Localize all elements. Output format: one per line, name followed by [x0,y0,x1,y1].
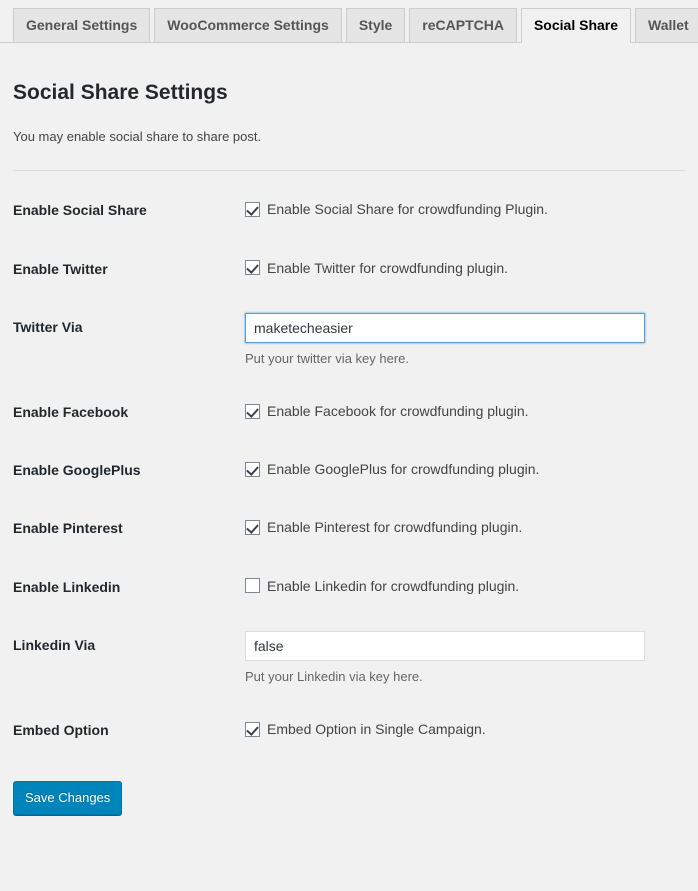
checkbox-checked-icon[interactable] [245,260,260,275]
checkbox-label-enable-googleplus[interactable]: Enable GooglePlus for crowdfunding plugi… [267,460,539,478]
checkbox-unchecked-icon[interactable] [245,578,260,593]
row-field-enable-linkedin: Enable Linkedin for crowdfunding plugin. [245,558,685,616]
row-field-embed-option: Embed Option in Single Campaign. [245,701,685,759]
tab-wallet[interactable]: Wallet [635,8,698,43]
submit-area: Save Changes [13,759,685,815]
checkbox-row-enable-pinterest[interactable]: Enable Pinterest for crowdfunding plugin… [245,514,675,536]
row-label-enable-linkedin: Enable Linkedin [13,558,245,616]
row-label-twitter-via: Twitter Via [13,298,245,383]
row-field-twitter-via: Put your twitter via key here. [245,298,685,383]
checkbox-label-embed-option[interactable]: Embed Option in Single Campaign. [267,720,486,738]
settings-page: Social Share Settings You may enable soc… [0,79,698,815]
row-label-enable-googleplus: Enable GooglePlus [13,441,245,499]
checkbox-label-enable-pinterest[interactable]: Enable Pinterest for crowdfunding plugin… [267,518,522,536]
row-field-enable-googleplus: Enable GooglePlus for crowdfunding plugi… [245,441,685,499]
page-description: You may enable social share to share pos… [13,128,685,146]
row-field-enable-social-share: Enable Social Share for crowdfunding Plu… [245,181,685,239]
row-field-enable-facebook: Enable Facebook for crowdfunding plugin. [245,383,685,441]
settings-row-enable-social-share: Enable Social Share Enable Social Share f… [13,181,685,239]
row-label-enable-social-share: Enable Social Share [13,181,245,239]
row-label-embed-option: Embed Option [13,701,245,759]
settings-row-embed-option: Embed Option Embed Option in Single Campa… [13,701,685,759]
section-divider [13,170,685,171]
tab-woocommerce-settings[interactable]: WooCommerce Settings [154,8,342,43]
checkbox-label-enable-facebook[interactable]: Enable Facebook for crowdfunding plugin. [267,402,529,420]
checkbox-checked-icon[interactable] [245,462,260,477]
checkbox-row-enable-social-share[interactable]: Enable Social Share for crowdfunding Plu… [245,196,675,218]
page-title: Social Share Settings [13,79,685,106]
settings-row-enable-pinterest: Enable Pinterest Enable Pinterest for cro… [13,499,685,557]
row-field-enable-twitter: Enable Twitter for crowdfunding plugin. [245,240,685,298]
checkbox-row-enable-googleplus[interactable]: Enable GooglePlus for crowdfunding plugi… [245,456,675,478]
checkbox-row-embed-option[interactable]: Embed Option in Single Campaign. [245,716,675,738]
tab-style[interactable]: Style [346,8,405,43]
row-label-enable-facebook: Enable Facebook [13,383,245,441]
checkbox-label-enable-linkedin[interactable]: Enable Linkedin for crowdfunding plugin. [267,577,519,595]
row-label-enable-twitter: Enable Twitter [13,240,245,298]
settings-row-twitter-via: Twitter ViaPut your twitter via key here… [13,298,685,383]
checkbox-row-enable-twitter[interactable]: Enable Twitter for crowdfunding plugin. [245,255,675,277]
row-field-enable-pinterest: Enable Pinterest for crowdfunding plugin… [245,499,685,557]
save-changes-button[interactable]: Save Changes [13,781,122,815]
tab-general-settings[interactable]: General Settings [13,8,150,43]
settings-form-table: Enable Social Share Enable Social Share f… [13,181,685,759]
row-label-enable-pinterest: Enable Pinterest [13,499,245,557]
settings-row-enable-twitter: Enable Twitter Enable Twitter for crowdfu… [13,240,685,298]
settings-row-enable-facebook: Enable Facebook Enable Facebook for crowd… [13,383,685,441]
field-description-twitter-via: Put your twitter via key here. [245,350,675,368]
row-field-linkedin-via: Put your Linkedin via key here. [245,616,685,701]
checkbox-checked-icon[interactable] [245,404,260,419]
checkbox-checked-icon[interactable] [245,202,260,217]
text-input-linkedin-via[interactable] [245,631,645,661]
tab-social-share[interactable]: Social Share [521,8,631,43]
settings-row-enable-googleplus: Enable GooglePlus Enable GooglePlus for c… [13,441,685,499]
row-label-linkedin-via: Linkedin Via [13,616,245,701]
checkbox-row-enable-linkedin[interactable]: Enable Linkedin for crowdfunding plugin. [245,573,675,595]
text-input-twitter-via[interactable] [245,313,645,343]
checkbox-row-enable-facebook[interactable]: Enable Facebook for crowdfunding plugin. [245,398,675,420]
settings-row-linkedin-via: Linkedin ViaPut your Linkedin via key he… [13,616,685,701]
tab-recaptcha[interactable]: reCAPTCHA [409,8,517,43]
field-description-linkedin-via: Put your Linkedin via key here. [245,668,675,686]
checkbox-label-enable-social-share[interactable]: Enable Social Share for crowdfunding Plu… [267,200,548,218]
settings-row-enable-linkedin: Enable Linkedin Enable Linkedin for crowd… [13,558,685,616]
checkbox-label-enable-twitter[interactable]: Enable Twitter for crowdfunding plugin. [267,259,508,277]
settings-tab-bar: General SettingsWooCommerce SettingsStyl… [0,0,698,43]
checkbox-checked-icon[interactable] [245,520,260,535]
checkbox-checked-icon[interactable] [245,722,260,737]
